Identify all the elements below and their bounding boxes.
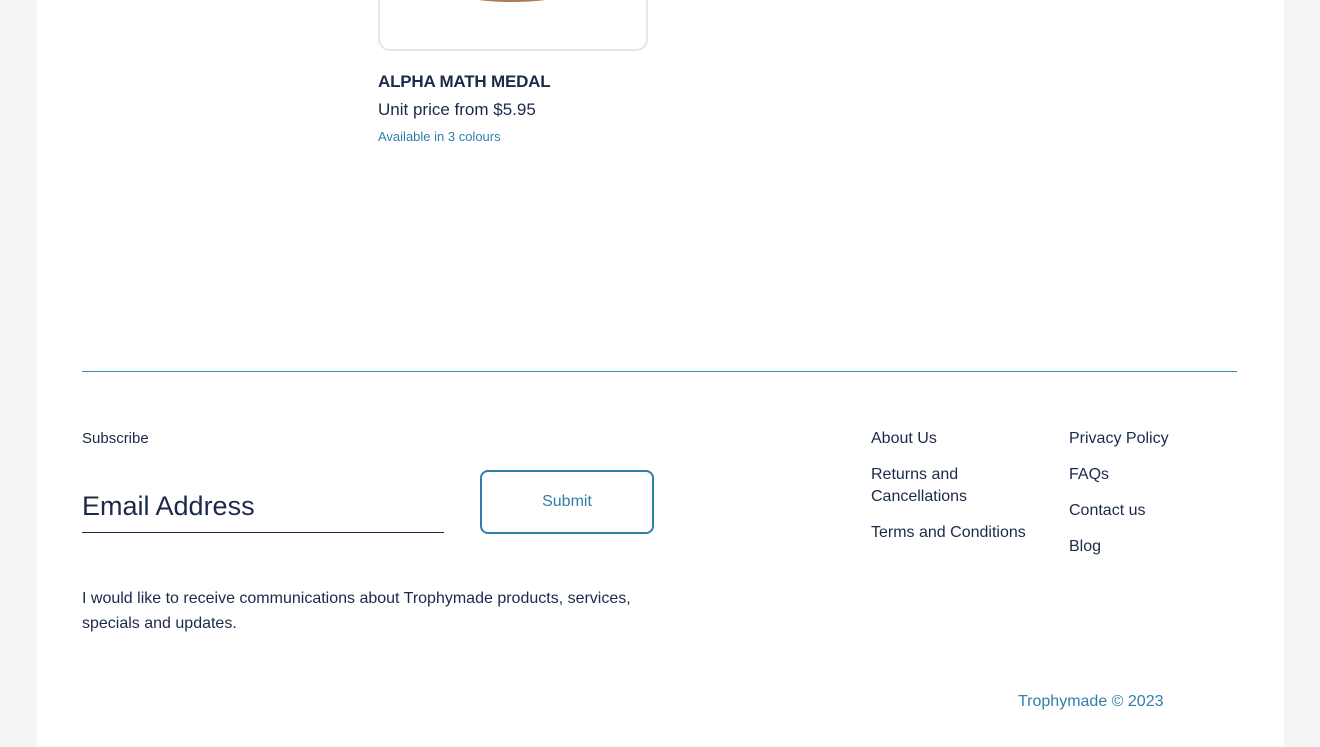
medal-image: [422, 0, 602, 2]
submit-button[interactable]: Submit: [480, 470, 654, 534]
page-container: ALPHA MATH MEDAL Unit price from $5.95 A…: [37, 0, 1284, 747]
consent-text: I would like to receive communications a…: [82, 590, 631, 632]
footer-link-blog[interactable]: Blog: [1069, 536, 1239, 558]
copyright-text: Trophymade © 2023: [1018, 693, 1164, 710]
product-name[interactable]: ALPHA MATH MEDAL: [378, 72, 551, 92]
footer-link-contact[interactable]: Contact us: [1069, 500, 1239, 522]
footer-links-column-2: Privacy Policy FAQs Contact us Blog: [1069, 428, 1239, 572]
email-field[interactable]: [82, 480, 444, 533]
footer-link-about-us[interactable]: About Us: [871, 428, 1046, 450]
subscribe-label: Subscribe: [82, 430, 149, 447]
footer-link-privacy[interactable]: Privacy Policy: [1069, 428, 1239, 450]
product-colour-count: Available in 3 colours: [378, 129, 501, 144]
footer-link-returns[interactable]: Returns and Cancellations: [871, 464, 981, 508]
footer-link-faqs[interactable]: FAQs: [1069, 464, 1239, 486]
footer-links-column-1: About Us Returns and Cancellations Terms…: [871, 428, 1046, 558]
product-image[interactable]: [378, 0, 648, 51]
footer-link-terms[interactable]: Terms and Conditions: [871, 522, 1046, 544]
footer-divider: [82, 371, 1237, 372]
product-price: Unit price from $5.95: [378, 100, 536, 119]
